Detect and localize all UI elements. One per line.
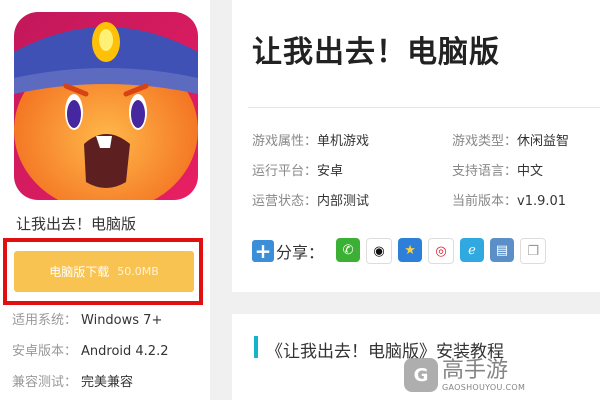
- share-plus-icon[interactable]: +: [252, 240, 274, 262]
- attr-game-property: 游戏属性：单机游戏: [252, 130, 369, 149]
- attr-language: 支持语言：中文: [452, 160, 543, 179]
- attr-value: 内部测试: [317, 194, 370, 209]
- page-title: 让我出去！电脑版: [252, 35, 500, 70]
- app-name: 让我出去！电脑版: [16, 215, 137, 233]
- game-character-icon: [14, 12, 198, 200]
- share-icons: ✆ ◉ ★ ◎ ℯ ▤ ❐: [336, 238, 547, 264]
- attr-key: 游戏类型：: [452, 134, 518, 149]
- brand-logo-icon: G: [404, 358, 438, 392]
- attr-value: 安卓: [317, 164, 344, 179]
- attr-value: 休闲益智: [517, 134, 570, 149]
- copy-icon[interactable]: ❐: [520, 238, 547, 264]
- pc-download-button[interactable]: 电脑版下载 50.0MB: [14, 251, 194, 292]
- attr-platform: 运行平台：安卓: [252, 160, 343, 179]
- accent-bar: [254, 336, 258, 358]
- attr-version: 当前版本：v1.9.01: [452, 190, 566, 209]
- watermark-text: 高手游 GAOSHOUYOU.COM: [442, 357, 526, 392]
- attr-value: 单机游戏: [317, 134, 370, 149]
- qq-icon[interactable]: ◉: [366, 238, 393, 264]
- attr-key: 运营状态：: [252, 194, 318, 209]
- weibo-icon[interactable]: ◎: [428, 238, 455, 264]
- download-size: 50.0MB: [117, 265, 159, 278]
- attr-key: 当前版本：: [452, 194, 518, 209]
- spec-key: 适用系统：: [12, 313, 78, 328]
- wechat-icon[interactable]: ✆: [336, 238, 361, 262]
- watermark-brand: 高手游: [442, 357, 509, 383]
- qzone-icon[interactable]: ★: [398, 238, 423, 262]
- spec-compat: 兼容测试： 完美兼容: [12, 371, 133, 390]
- spec-value: Windows 7+: [81, 313, 163, 328]
- spec-value: Android 4.2.2: [81, 344, 169, 359]
- game-info-panel: 让我出去！电脑版 游戏属性：单机游戏 游戏类型：休闲益智 运行平台：安卓 支持语…: [232, 0, 600, 292]
- print-icon[interactable]: ▤: [490, 238, 515, 262]
- app-icon[interactable]: [14, 12, 198, 200]
- attr-value: 中文: [517, 164, 544, 179]
- watermark: G 高手游 GAOSHOUYOU.COM: [404, 352, 538, 398]
- tencent-weibo-icon[interactable]: ℯ: [460, 238, 485, 262]
- spec-value: 完美兼容: [81, 375, 134, 390]
- share-label: 分享：: [276, 243, 325, 262]
- divider: [248, 107, 600, 108]
- download-highlight-frame: 电脑版下载 50.0MB: [3, 238, 203, 305]
- share-bar: + 分享： ✆ ◉ ★ ◎ ℯ ▤ ❐: [252, 236, 547, 266]
- download-label: 电脑版下载: [49, 265, 110, 279]
- attr-status: 运营状态：内部测试: [252, 190, 369, 209]
- attr-key: 游戏属性：: [252, 134, 318, 149]
- left-panel: 让我出去！电脑版 电脑版下载 50.0MB 适用系统： Windows 7+ 安卓…: [0, 0, 210, 400]
- spec-key: 安卓版本：: [12, 344, 78, 359]
- spec-android: 安卓版本： Android 4.2.2: [12, 340, 169, 359]
- attr-value: v1.9.01: [517, 194, 567, 209]
- attr-game-type: 游戏类型：休闲益智: [452, 130, 569, 149]
- attr-key: 支持语言：: [452, 164, 518, 179]
- spec-system: 适用系统： Windows 7+: [12, 309, 162, 328]
- attr-key: 运行平台：: [252, 164, 318, 179]
- watermark-domain: GAOSHOUYOU.COM: [442, 382, 526, 392]
- spec-key: 兼容测试：: [12, 375, 78, 390]
